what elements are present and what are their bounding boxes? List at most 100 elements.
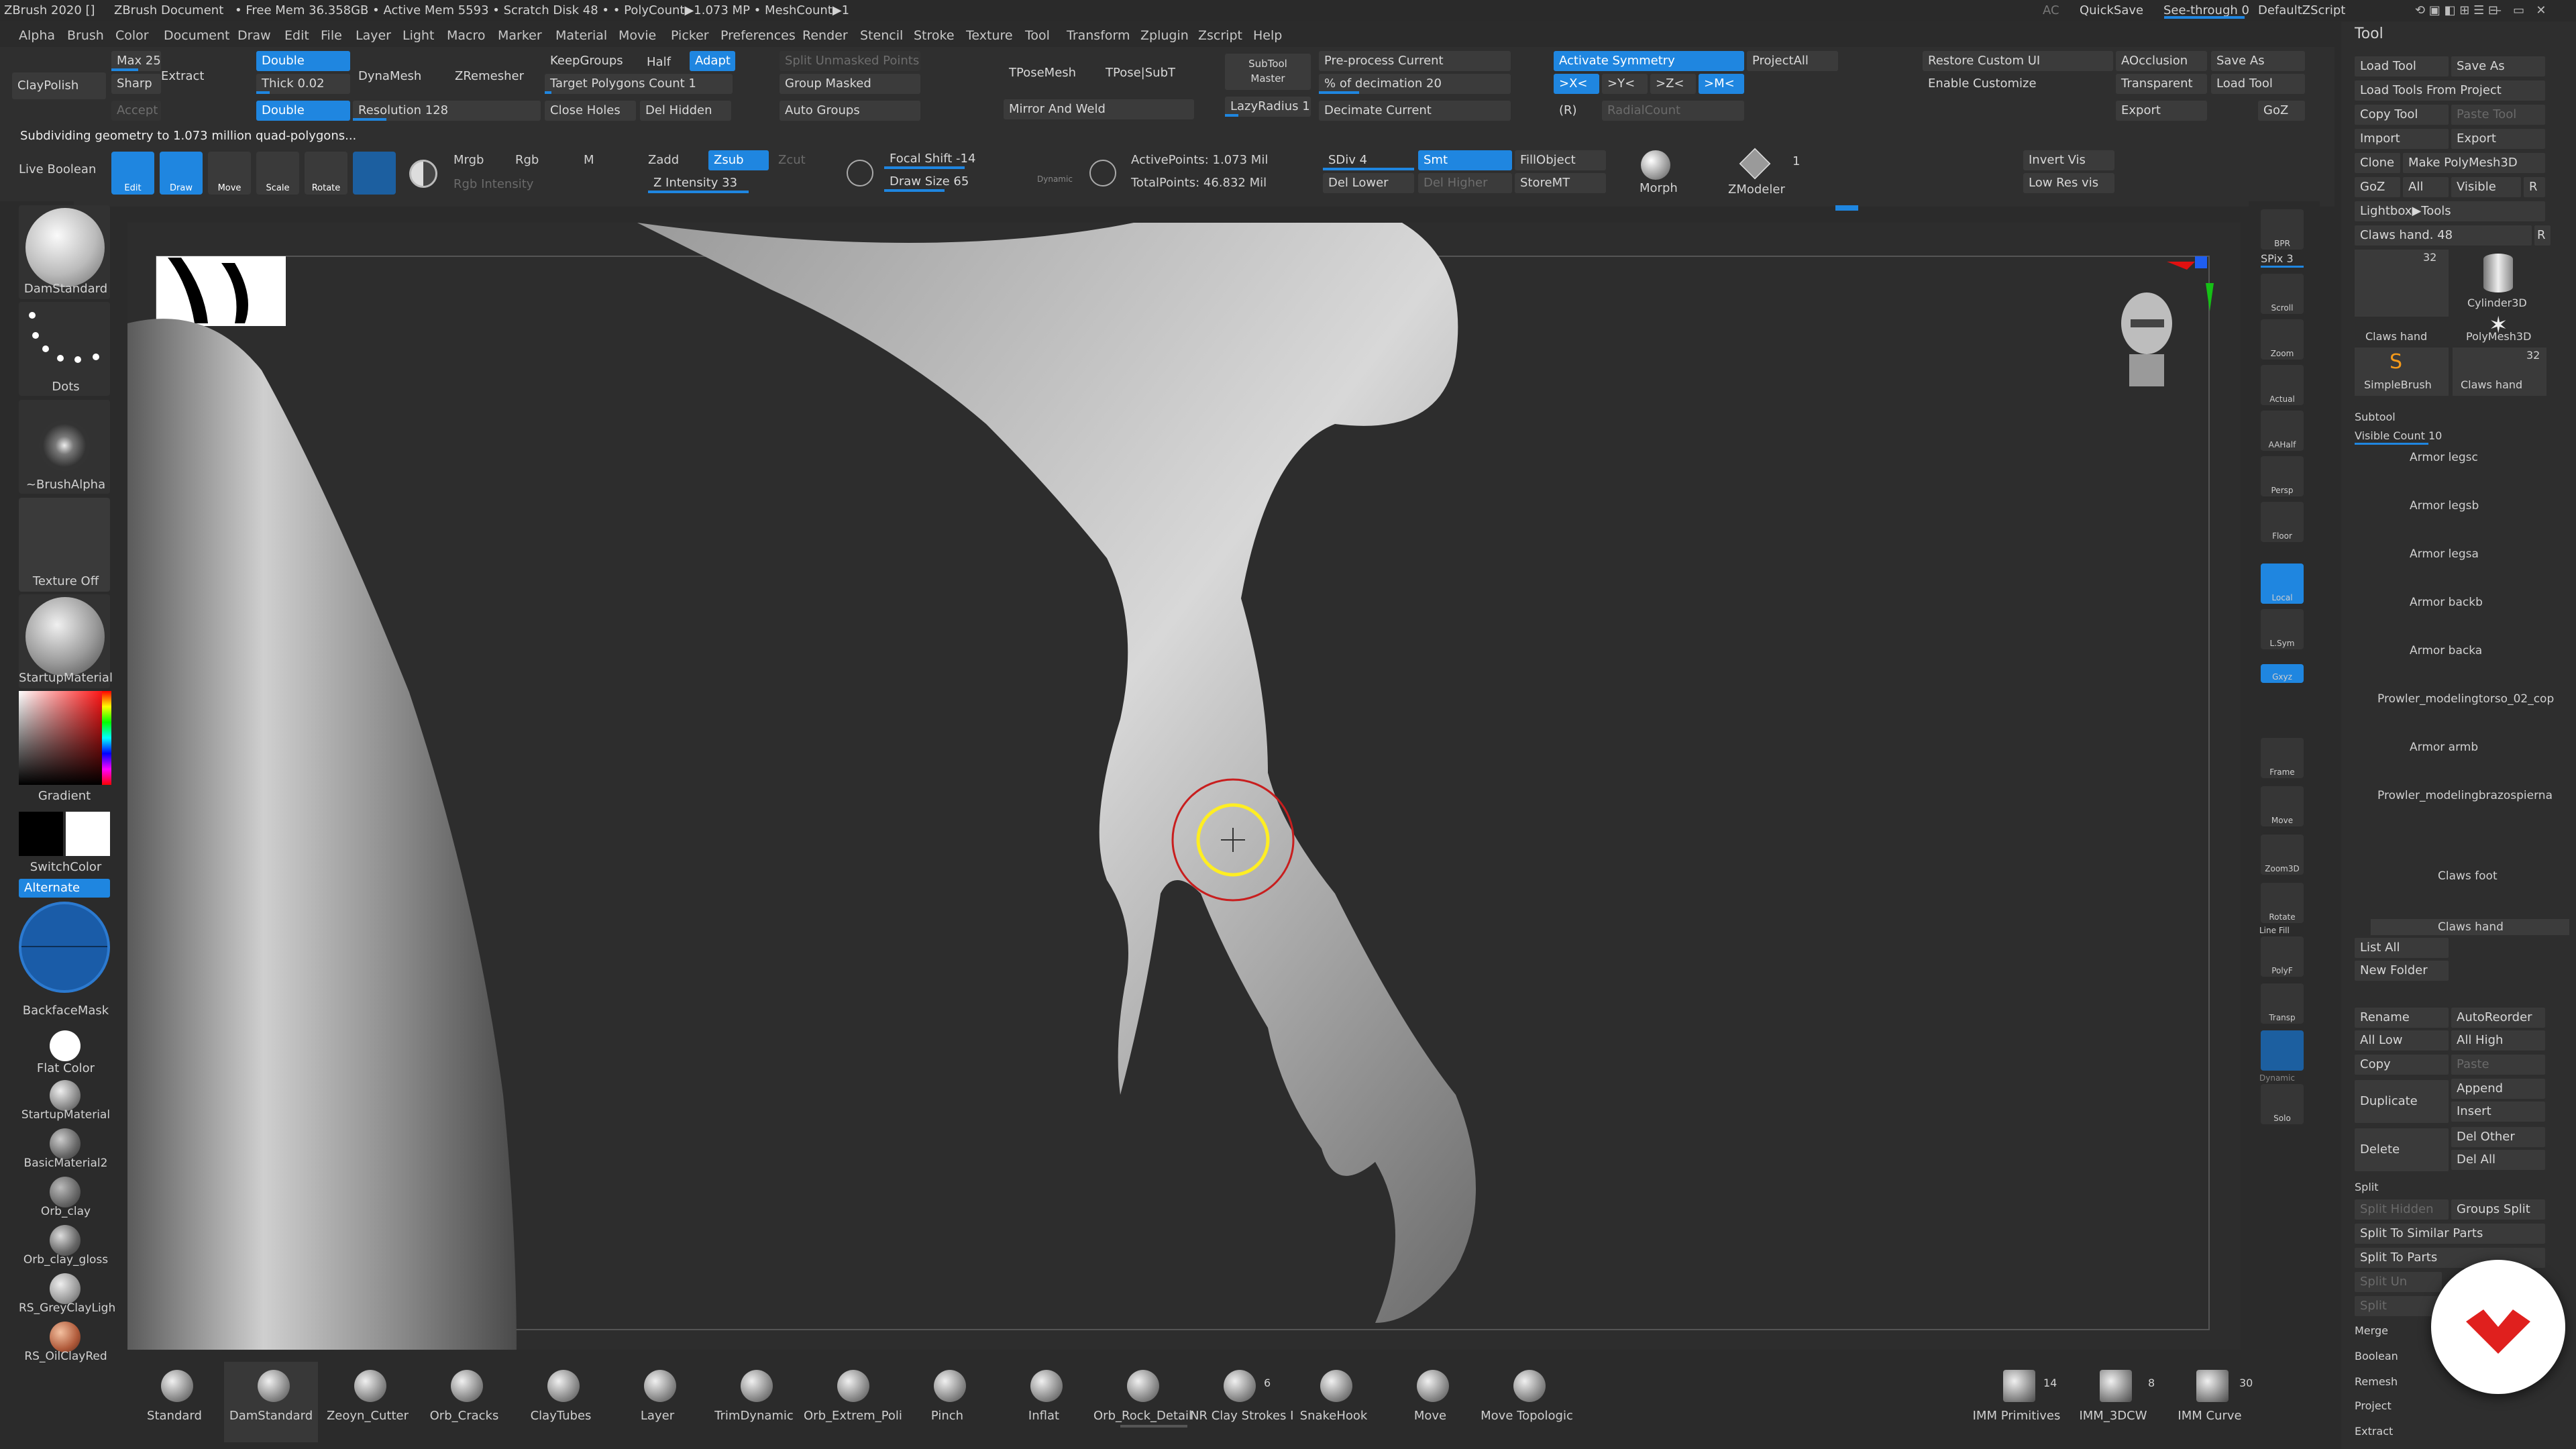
enable-customize-button[interactable]: Enable Customize: [1923, 74, 2113, 94]
rgb-button[interactable]: Rgb: [515, 153, 539, 167]
tool-r-button[interactable]: R: [2534, 225, 2551, 246]
zsub-button[interactable]: Zsub: [708, 150, 769, 170]
listall-button[interactable]: List All: [2355, 938, 2449, 958]
double-button-2[interactable]: Double: [256, 101, 350, 121]
imm-curve[interactable]: IMM Curve: [2163, 1362, 2257, 1442]
move-mode-button[interactable]: Move: [208, 152, 251, 195]
tool-goz-button[interactable]: GoZ: [2355, 177, 2400, 197]
rotate-mode-button[interactable]: Rotate: [305, 152, 347, 195]
paste-button[interactable]: Paste: [2451, 1055, 2545, 1075]
material-item-0[interactable]: StartupMaterial: [19, 1108, 113, 1122]
tpose-subt-button[interactable]: TPose|SubT: [1100, 63, 1194, 83]
auto-groups-button[interactable]: Auto Groups: [780, 101, 920, 121]
brush-move-topologic[interactable]: Move Topologic: [1480, 1362, 1574, 1442]
insert-button[interactable]: Insert: [2451, 1102, 2545, 1122]
brush-damstandard[interactable]: DamStandard: [224, 1362, 318, 1442]
append-button[interactable]: Append: [2451, 1079, 2545, 1099]
delhigher-button[interactable]: Del Higher: [1418, 173, 1512, 193]
zremesher-button[interactable]: ZRemesher: [449, 63, 543, 90]
material-item-1[interactable]: BasicMaterial2: [19, 1157, 113, 1170]
tool-saveas-button[interactable]: Save As: [2451, 56, 2545, 76]
local-button[interactable]: Local: [2261, 564, 2304, 604]
menu-stroke[interactable]: Stroke: [914, 24, 955, 47]
brush-orb-cracks[interactable]: Orb_Cracks: [417, 1362, 511, 1442]
sym-x-button[interactable]: >X<: [1554, 74, 1599, 94]
goz-button[interactable]: GoZ: [2258, 101, 2305, 121]
menu-stencil[interactable]: Stencil: [860, 24, 903, 47]
delete-button[interactable]: Delete: [2355, 1128, 2449, 1171]
subtool-item[interactable]: Prowler_modelingbrazospierna: [2371, 786, 2569, 833]
brush-claytubes[interactable]: ClayTubes: [514, 1362, 608, 1442]
delhidden-button[interactable]: Del Hidden: [640, 101, 731, 121]
subtool-item[interactable]: Claws foot: [2371, 867, 2569, 908]
imm-primitives[interactable]: IMM Primitives: [1970, 1362, 2063, 1442]
subtool-item[interactable]: Armor backa: [2371, 641, 2569, 688]
menu-help[interactable]: Help: [1253, 24, 1282, 47]
alllow-button[interactable]: All Low: [2355, 1030, 2449, 1051]
sym-m-button[interactable]: >M<: [1699, 74, 1744, 94]
brush-snakehook[interactable]: SnakeHook: [1287, 1362, 1381, 1442]
viewport-canvas[interactable]: [127, 223, 2241, 1350]
polyf-button[interactable]: PolyF: [2261, 936, 2304, 977]
zmodeler-button[interactable]: ZModeler: [1728, 182, 1785, 197]
brush-layer[interactable]: Layer: [610, 1362, 704, 1442]
orbclaygloss-swatch[interactable]: [50, 1225, 80, 1256]
subtool-item[interactable]: Armor backb: [2371, 593, 2569, 640]
menu-texture[interactable]: Texture: [966, 24, 1013, 47]
morph-sphere-icon[interactable]: [1641, 150, 1670, 180]
subtool-item[interactable]: Armor legsc: [2371, 448, 2569, 495]
claypolish-button[interactable]: ClayPolish: [12, 72, 106, 99]
zadd-button[interactable]: Zadd: [648, 153, 679, 167]
zscript-label[interactable]: DefaultZScript: [2258, 0, 2345, 21]
orbclay-swatch[interactable]: [50, 1177, 80, 1208]
backfacemask-icon[interactable]: [19, 902, 110, 993]
brush-orb-rock[interactable]: Orb_Rock_Detail: [1093, 1362, 1192, 1442]
preprocess-button[interactable]: Pre-process Current: [1319, 51, 1511, 71]
dellower-button[interactable]: Del Lower: [1323, 173, 1414, 193]
groupssplit-button[interactable]: Groups Split: [2451, 1199, 2545, 1220]
yin-yang-icon[interactable]: [409, 160, 437, 188]
material-item-2[interactable]: Orb_clay: [19, 1205, 113, 1218]
zintensity-slider[interactable]: Z Intensity 33: [648, 173, 829, 193]
lazyradius-slider[interactable]: LazyRadius 1: [1225, 97, 1311, 117]
alternate-button[interactable]: Alternate: [19, 879, 110, 898]
resolution-slider[interactable]: Resolution 128: [353, 101, 541, 121]
export-button[interactable]: Export: [2116, 101, 2207, 121]
rgb-intensity-slider[interactable]: Rgb Intensity: [453, 177, 533, 191]
mrgb-button[interactable]: Mrgb: [453, 153, 484, 167]
material-item-4[interactable]: RS_GreyClayLigh: [19, 1301, 115, 1315]
menu-color[interactable]: Color: [115, 24, 149, 47]
brush-standard[interactable]: Standard: [127, 1362, 221, 1442]
basicmaterial2-swatch[interactable]: [50, 1128, 80, 1159]
greyclay-swatch[interactable]: [50, 1273, 80, 1304]
subtool-item[interactable]: Armor legsb: [2371, 496, 2569, 543]
rename-button[interactable]: Rename: [2355, 1008, 2449, 1028]
scroll-button[interactable]: Scroll: [2261, 274, 2304, 314]
tool-export-button[interactable]: Export: [2451, 129, 2545, 149]
persp-button[interactable]: Persp: [2261, 456, 2304, 496]
split-header[interactable]: Split: [2355, 1181, 2378, 1193]
accept-button[interactable]: Accept: [111, 101, 161, 121]
copytool-button[interactable]: Copy Tool: [2355, 105, 2449, 125]
thick-slider[interactable]: Thick 0.02: [256, 74, 350, 94]
lightbox-tools-button[interactable]: Lightbox▶Tools: [2355, 201, 2545, 221]
subtool-item[interactable]: Armor legsa: [2371, 545, 2569, 592]
flatcolor-label[interactable]: Flat Color: [19, 1061, 113, 1075]
keepgroups-button[interactable]: KeepGroups: [545, 51, 639, 71]
lsym-button[interactable]: L.Sym: [2261, 609, 2304, 649]
current-tool-slider[interactable]: Claws hand. 48: [2355, 225, 2532, 246]
extract-header[interactable]: Extract: [2355, 1425, 2393, 1438]
floor-button[interactable]: Floor: [2261, 502, 2304, 542]
brush-trimdynamic[interactable]: TrimDynamic: [707, 1362, 801, 1442]
menu-transform[interactable]: Transform: [1067, 24, 1130, 47]
brush-zeoyn-cutter[interactable]: Zeoyn_Cutter: [321, 1362, 415, 1442]
zoom3d-button[interactable]: Zoom3D: [2261, 835, 2304, 875]
decimation-slider[interactable]: % of decimation 20: [1319, 74, 1511, 94]
smt-button[interactable]: Smt: [1418, 150, 1512, 170]
draw-mode-button[interactable]: Draw: [160, 152, 203, 195]
adapt-button[interactable]: Adapt: [690, 51, 735, 71]
max-slider[interactable]: Max 25: [111, 51, 161, 71]
startupmaterial-swatch[interactable]: [50, 1080, 80, 1111]
brush-orb-extrem[interactable]: Orb_Extrem_Poli: [804, 1362, 902, 1442]
splithidden-button[interactable]: Split Hidden: [2355, 1199, 2449, 1220]
